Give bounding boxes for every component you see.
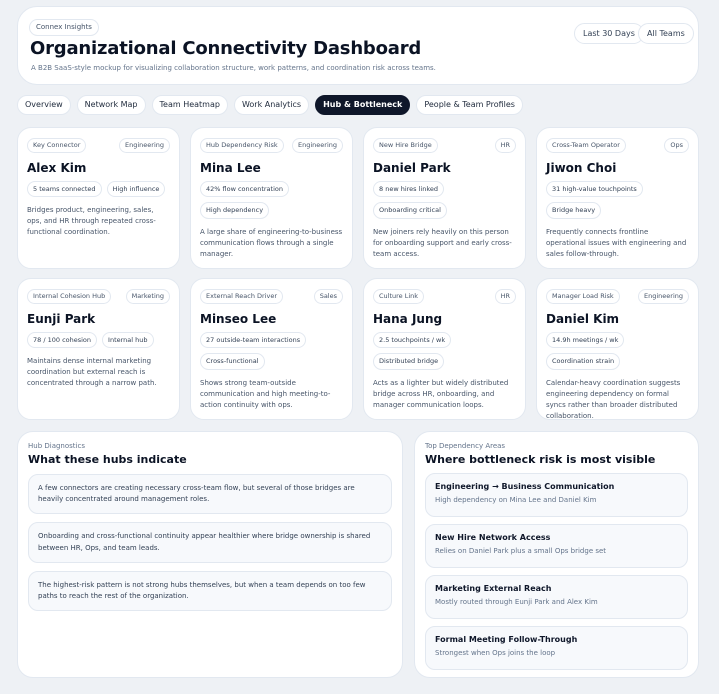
role-badge: External Reach Driver	[200, 289, 284, 304]
stat-chip: 78 / 100 cohesion	[27, 331, 98, 348]
role-badge: Manager Load Risk	[546, 289, 620, 304]
diagnostic-item: Onboarding and cross-functional continui…	[28, 522, 392, 563]
tab-people-team-profiles[interactable]: People & Team Profiles	[416, 95, 523, 115]
stat-chip: 42% flow concentration	[200, 180, 289, 197]
stat-chip: Onboarding critical	[373, 202, 447, 219]
stat-chip: Coordination strain	[546, 353, 621, 370]
team-filter-button[interactable]: All Teams	[638, 23, 694, 44]
dependency-detail: Mostly routed through Eunji Park and Ale…	[435, 598, 598, 606]
department-badge: Marketing	[125, 289, 170, 304]
dependency-detail: Relies on Daniel Park plus a small Ops b…	[435, 547, 607, 555]
dependency-detail: High dependency on Mina Lee and Daniel K…	[435, 496, 597, 504]
dependency-title: Engineering → Business Communication	[435, 482, 615, 491]
page-title: Organizational Connectivity Dashboard	[30, 38, 422, 59]
page-subtitle: A B2B SaaS-style mockup for visualizing …	[31, 64, 436, 72]
hub-card[interactable]: Hub Dependency Risk Engineering Mina Lee …	[190, 127, 353, 269]
stat-chip: High influence	[106, 180, 166, 197]
tab-work-analytics[interactable]: Work Analytics	[233, 95, 310, 115]
dependency-item[interactable]: Marketing External Reach Mostly routed t…	[425, 575, 688, 619]
card-description: Shows strong team-outside communication …	[200, 378, 331, 409]
person-name: Hana Jung	[373, 311, 443, 326]
card-description: Calendar-heavy coordination suggests eng…	[546, 378, 681, 421]
role-badge: Hub Dependency Risk	[200, 138, 284, 153]
person-name: Mina Lee	[200, 160, 261, 175]
dashboard-header: Connex Insights Organizational Connectiv…	[17, 6, 699, 85]
person-name: Eunji Park	[27, 311, 96, 326]
panel-title: What these hubs indicate	[28, 453, 187, 466]
hub-card[interactable]: Culture Link HR Hana Jung 2.5 touchpoints…	[363, 278, 526, 420]
card-description: A large share of engineering-to-business…	[200, 227, 343, 258]
tab-bar: Overview Network Map Team Heatmap Work A…	[17, 95, 523, 115]
stat-chip: 31 high-value touchpoints	[546, 180, 643, 197]
department-badge: Sales	[313, 289, 343, 304]
person-name: Jiwon Choi	[546, 160, 617, 175]
stat-chip: Distributed bridge	[373, 353, 445, 370]
stat-chip: 2.5 touchpoints / wk	[373, 331, 452, 348]
stat-chip: 14.9h meetings / wk	[546, 331, 625, 348]
dependency-areas-panel: Top Dependency Areas Where bottleneck ri…	[414, 431, 699, 678]
dependency-title: Formal Meeting Follow-Through	[435, 635, 578, 644]
dependency-item[interactable]: Formal Meeting Follow-Through Strongest …	[425, 626, 688, 670]
diagnostic-item: The highest-risk pattern is not strong h…	[28, 570, 392, 612]
date-range-button[interactable]: Last 30 Days	[574, 23, 644, 44]
stat-chip: Bridge heavy	[546, 202, 602, 219]
person-name: Daniel Kim	[546, 311, 620, 326]
hub-card[interactable]: Key Connector Engineering Alex Kim 5 team…	[17, 127, 180, 269]
department-badge: Engineering	[119, 138, 170, 153]
dependency-title: New Hire Network Access	[435, 533, 551, 542]
department-badge: Engineering	[292, 138, 343, 153]
hub-card[interactable]: New Hire Bridge HR Daniel Park 8 new hire…	[363, 127, 526, 269]
role-badge: Key Connector	[27, 138, 87, 153]
tab-team-heatmap[interactable]: Team Heatmap	[151, 95, 228, 115]
role-badge: Cross-Team Operator	[546, 138, 626, 153]
hub-diagnostics-panel: Hub Diagnostics What these hubs indicate…	[17, 431, 403, 678]
role-badge: Culture Link	[373, 289, 425, 304]
department-badge: HR	[494, 138, 516, 153]
card-description: New joiners rely heavily on this person …	[373, 227, 512, 258]
stat-chip: High dependency	[200, 202, 270, 219]
person-name: Minseo Lee	[200, 311, 277, 326]
stat-chip: 27 outside-team interactions	[200, 331, 307, 348]
stat-chip: Cross-functional	[200, 353, 265, 370]
card-description: Frequently connects frontline operationa…	[546, 227, 687, 258]
person-name: Daniel Park	[373, 160, 451, 175]
department-badge: Ops	[664, 138, 689, 153]
hub-card[interactable]: Internal Cohesion Hub Marketing Eunji Par…	[17, 278, 180, 420]
stat-chip: Internal hub	[102, 331, 154, 348]
stat-chip: 8 new hires linked	[373, 180, 444, 197]
card-description: Bridges product, engineering, sales, ops…	[27, 206, 156, 237]
hub-card[interactable]: Cross-Team Operator Ops Jiwon Choi 31 hig…	[536, 127, 699, 269]
card-description: Acts as a lighter but widely distributed…	[373, 378, 509, 409]
hub-card[interactable]: Manager Load Risk Engineering Daniel Kim …	[536, 278, 699, 420]
dependency-item[interactable]: New Hire Network Access Relies on Daniel…	[425, 524, 688, 568]
department-badge: Engineering	[638, 289, 689, 304]
person-name: Alex Kim	[27, 160, 87, 175]
stat-chip: 5 teams connected	[27, 180, 102, 197]
role-badge: New Hire Bridge	[373, 138, 438, 153]
role-badge: Internal Cohesion Hub	[27, 289, 112, 304]
brand-chip: Connex Insights	[29, 19, 99, 36]
dependency-item[interactable]: Engineering → Business Communication Hig…	[425, 473, 688, 517]
tab-hub-bottleneck[interactable]: Hub & Bottleneck	[315, 95, 411, 115]
department-badge: HR	[494, 289, 516, 304]
dependency-title: Marketing External Reach	[435, 584, 552, 593]
tab-overview[interactable]: Overview	[17, 95, 71, 115]
panel-kicker: Hub Diagnostics	[28, 442, 85, 450]
diagnostic-item: A few connectors are creating necessary …	[28, 474, 392, 515]
dependency-detail: Strongest when Ops joins the loop	[435, 649, 556, 657]
hub-card[interactable]: External Reach Driver Sales Minseo Lee 27…	[190, 278, 353, 420]
panel-kicker: Top Dependency Areas	[425, 442, 506, 450]
panel-title: Where bottleneck risk is most visible	[425, 453, 656, 466]
tab-network-map[interactable]: Network Map	[76, 95, 146, 115]
card-description: Maintains dense internal marketing coord…	[27, 357, 157, 388]
